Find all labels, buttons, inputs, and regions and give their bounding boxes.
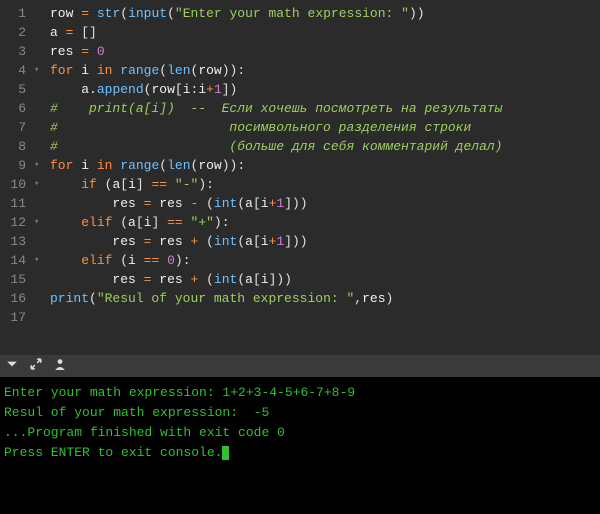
code-line[interactable]: res = res - (int(a[i+1]))	[50, 194, 594, 213]
code-line[interactable]: elif (i == 0):	[50, 251, 594, 270]
person-icon[interactable]	[54, 358, 66, 374]
code-line[interactable]: row = str(input("Enter your math express…	[50, 4, 594, 23]
code-line[interactable]: for i in range(len(row)):	[50, 61, 594, 80]
line-number-gutter: 1234567891011121314151617	[0, 0, 34, 355]
output-console[interactable]: Enter your math expression: 1+2+3-4-5+6-…	[0, 377, 600, 514]
code-line[interactable]: # (больше для себя комментарий делал)	[50, 137, 594, 156]
line-number: 1	[4, 4, 26, 23]
chevron-down-icon[interactable]	[6, 358, 18, 374]
console-toolbar	[0, 355, 600, 377]
code-editor[interactable]: 1234567891011121314151617 ▾▾▾▾▾ row = st…	[0, 0, 600, 355]
line-number: 8	[4, 137, 26, 156]
code-line[interactable]: # print(a[i]) -- Если хочешь посмотреть …	[50, 99, 594, 118]
console-line: Enter your math expression: 1+2+3-4-5+6-…	[4, 383, 596, 403]
code-line[interactable]: res = 0	[50, 42, 594, 61]
fold-marker-icon[interactable]: ▾	[34, 213, 44, 232]
line-number: 2	[4, 23, 26, 42]
code-area[interactable]: row = str(input("Enter your math express…	[44, 0, 600, 355]
console-line: Press ENTER to exit console.	[4, 443, 596, 463]
code-line[interactable]: # посимвольного разделения строки	[50, 118, 594, 137]
code-line[interactable]: if (a[i] == "-"):	[50, 175, 594, 194]
expand-icon[interactable]	[30, 358, 42, 374]
code-line[interactable]	[50, 308, 594, 327]
line-number: 13	[4, 232, 26, 251]
code-line[interactable]: a.append(row[i:i+1])	[50, 80, 594, 99]
console-line: Resul of your math expression: -5	[4, 403, 596, 423]
code-line[interactable]: print("Resul of your math expression: ",…	[50, 289, 594, 308]
line-number: 9	[4, 156, 26, 175]
line-number: 3	[4, 42, 26, 61]
code-line[interactable]: res = res + (int(a[i+1]))	[50, 232, 594, 251]
line-number: 15	[4, 270, 26, 289]
line-number: 7	[4, 118, 26, 137]
line-number: 17	[4, 308, 26, 327]
console-line: ...Program finished with exit code 0	[4, 423, 596, 443]
cursor-icon	[222, 446, 229, 460]
code-line[interactable]: for i in range(len(row)):	[50, 156, 594, 175]
fold-marker-icon[interactable]: ▾	[34, 61, 44, 80]
code-line[interactable]: elif (a[i] == "+"):	[50, 213, 594, 232]
fold-marker-icon[interactable]: ▾	[34, 251, 44, 270]
code-line[interactable]: res = res + (int(a[i]))	[50, 270, 594, 289]
line-number: 6	[4, 99, 26, 118]
line-number: 14	[4, 251, 26, 270]
line-number: 12	[4, 213, 26, 232]
line-number: 10	[4, 175, 26, 194]
line-number: 11	[4, 194, 26, 213]
line-number: 5	[4, 80, 26, 99]
fold-marker-icon[interactable]: ▾	[34, 156, 44, 175]
line-number: 16	[4, 289, 26, 308]
fold-marker-icon[interactable]: ▾	[34, 175, 44, 194]
fold-gutter: ▾▾▾▾▾	[34, 0, 44, 355]
code-line[interactable]: a = []	[50, 23, 594, 42]
line-number: 4	[4, 61, 26, 80]
